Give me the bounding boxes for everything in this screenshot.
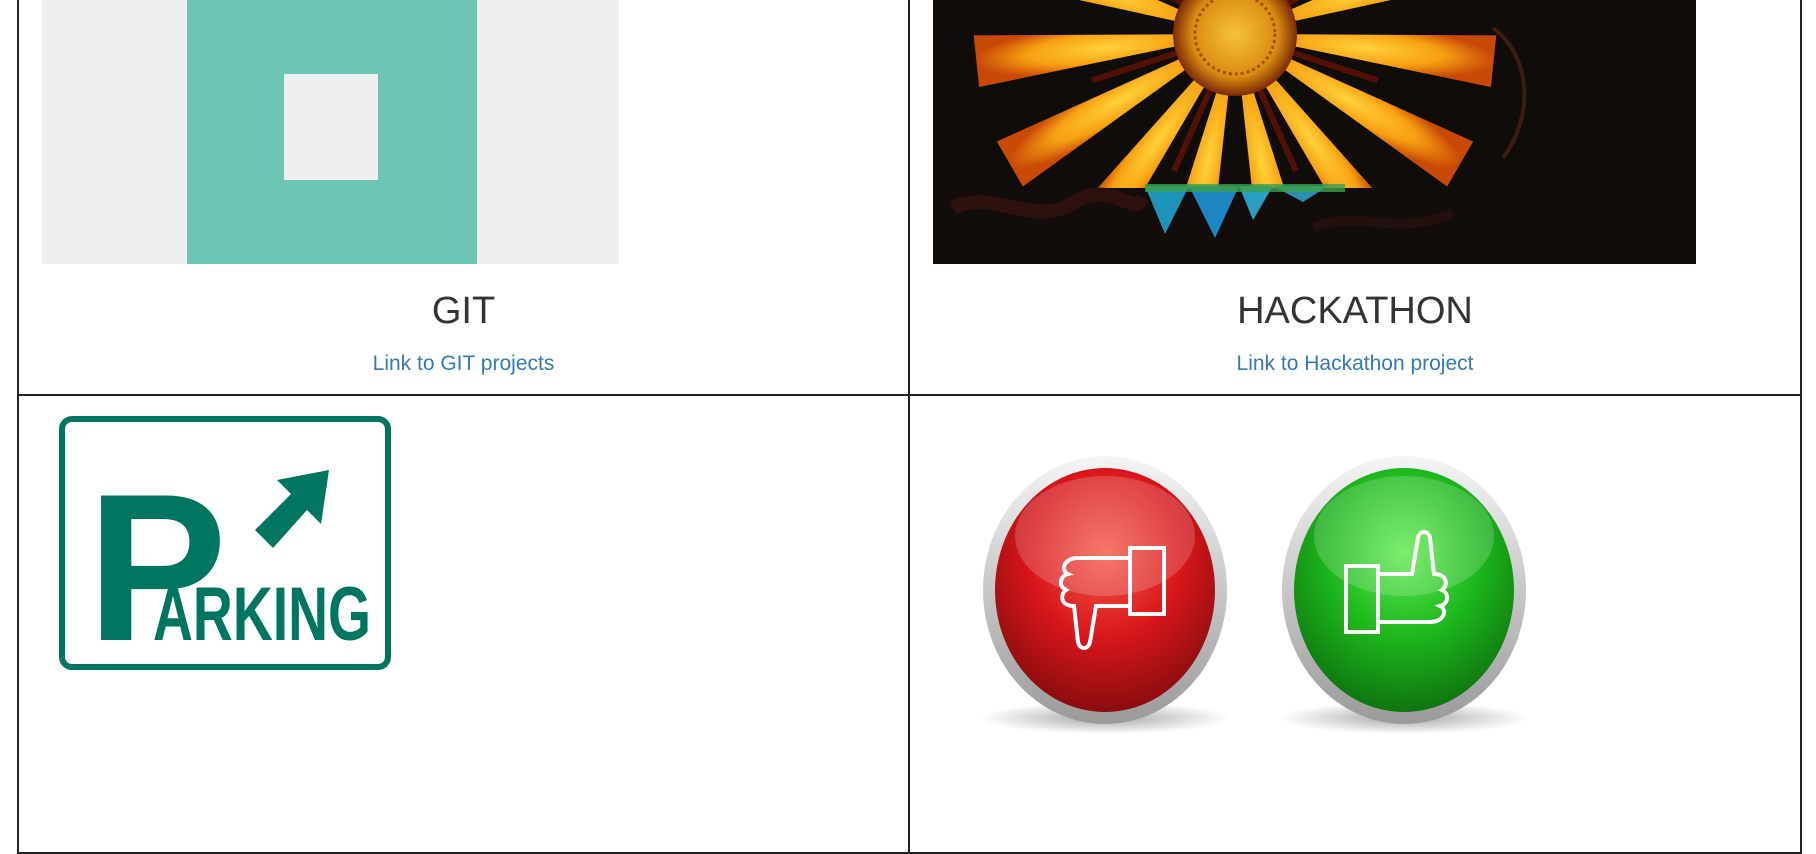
thumbs-down-icon: [983, 456, 1227, 724]
sunflower-graphic: [933, 0, 1696, 264]
placeholder-image-icon: [42, 0, 619, 264]
card-title: HACKATHON: [1237, 290, 1473, 332]
card-hackathon: HACKATHON Link to Hackathon project: [908, 0, 1802, 396]
card-feedback: [908, 394, 1802, 854]
parking-word: ARKING: [153, 572, 371, 657]
parking-sign-graphic: P ARKING: [59, 416, 391, 685]
project-grid: GIT Link to GIT projects HACKATHON Link …: [17, 0, 1802, 854]
card-parking: P ARKING: [17, 394, 910, 854]
placeholder-square: [284, 74, 378, 180]
parking-sign-icon: P ARKING: [59, 416, 391, 685]
hackathon-project-link[interactable]: Link to Hackathon project: [910, 352, 1800, 376]
thumbs-graphic: [980, 456, 1529, 734]
card-git: GIT Link to GIT projects: [17, 0, 910, 396]
thumbs-up-down-icon: [960, 436, 1560, 776]
card-title: GIT: [431, 290, 496, 332]
git-projects-link[interactable]: Link to GIT projects: [19, 352, 908, 376]
sunflower-photo-icon: [933, 0, 1696, 264]
thumbs-up-icon: [1282, 456, 1526, 724]
